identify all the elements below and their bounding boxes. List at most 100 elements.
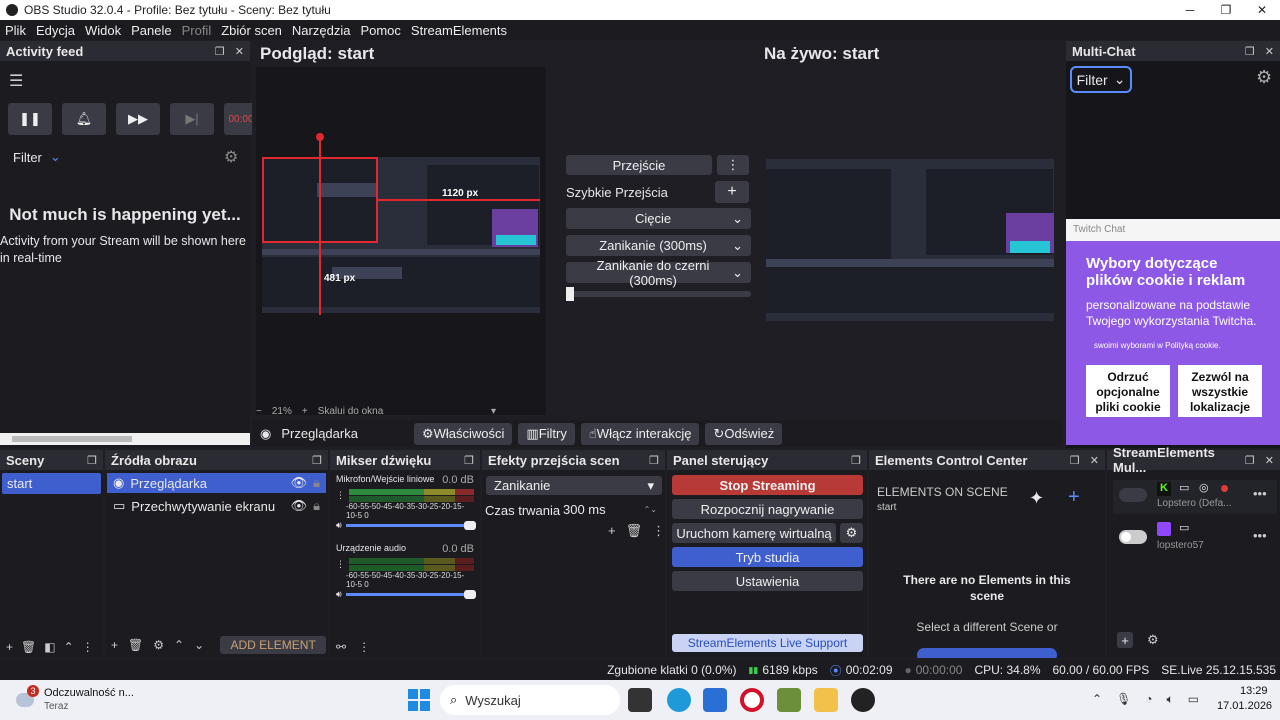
- filter-dropdown[interactable]: Filter ⌄: [13, 149, 61, 165]
- settings-button[interactable]: Ustawienia: [672, 571, 863, 591]
- microphone-icon[interactable]: 🎙︎: [1116, 692, 1131, 707]
- scale-mode[interactable]: Skalui do okna: [318, 406, 384, 417]
- float-icon[interactable]: ❐: [215, 45, 225, 58]
- source-item[interactable]: ▭ Przechwytywanie ekranu 👁︎ 🔒︎: [107, 496, 326, 516]
- trash-icon[interactable]: 🗑︎: [21, 640, 36, 654]
- quick-transition-fade[interactable]: Zanikanie (300ms) ⌄: [566, 235, 751, 256]
- windows-start-icon[interactable]: [408, 689, 430, 711]
- spinner-icon[interactable]: ⌃⌄: [644, 505, 657, 514]
- menu-file[interactable]: Plik: [0, 23, 31, 38]
- zoom-in-button[interactable]: +: [302, 406, 308, 417]
- menu-edit[interactable]: Edycja: [31, 23, 80, 38]
- chevron-up-icon[interactable]: ⌃: [64, 640, 74, 654]
- more-icon[interactable]: ⋮: [336, 490, 345, 501]
- add-icon[interactable]: +: [608, 523, 616, 539]
- taskbar-search[interactable]: ⌕ Wyszukaj: [440, 685, 620, 715]
- clock-date[interactable]: 17.01.2026: [1217, 700, 1272, 712]
- minecraft-icon[interactable]: [777, 688, 801, 712]
- minimize-button[interactable]: ─: [1172, 3, 1208, 17]
- transition-menu-button[interactable]: ⋮: [717, 155, 749, 175]
- trash-icon[interactable]: 🗑︎: [626, 523, 643, 539]
- interact-button[interactable]: ☝ Włącz interakcję: [580, 422, 700, 445]
- skip-button[interactable]: ▶▶: [116, 103, 160, 135]
- store-icon[interactable]: [703, 688, 727, 712]
- float-icon[interactable]: ❐: [312, 454, 322, 467]
- toggle-switch[interactable]: [1119, 488, 1147, 502]
- close-icon[interactable]: ✕: [1265, 45, 1274, 58]
- gear-icon[interactable]: ⚙: [153, 638, 164, 652]
- properties-button[interactable]: ⚙ Właściwości: [413, 422, 513, 445]
- pause-button[interactable]: ❚❚: [8, 103, 52, 135]
- weather-widget[interactable]: 3 Odczuwalność n... Teraz: [16, 685, 146, 715]
- horizontal-scrollbar[interactable]: [0, 433, 250, 445]
- add-element-button[interactable]: ADD ELEMENT: [220, 636, 327, 654]
- more-icon[interactable]: ⋮: [358, 640, 370, 654]
- close-icon[interactable]: ✕: [1265, 454, 1274, 467]
- volume-slider[interactable]: [345, 590, 476, 599]
- menu-help[interactable]: Pomoc: [355, 23, 405, 38]
- transition-button[interactable]: Przejście: [566, 155, 712, 175]
- transition-select[interactable]: Zanikanie ▾: [486, 476, 662, 495]
- toggle-switch[interactable]: [1119, 530, 1147, 544]
- float-icon[interactable]: ❐: [1245, 45, 1255, 58]
- stop-streaming-button[interactable]: Stop Streaming: [672, 475, 863, 495]
- more-icon[interactable]: ⋮: [82, 640, 94, 654]
- add-element-icon[interactable]: +: [1068, 486, 1080, 509]
- float-icon[interactable]: ❐: [1245, 454, 1255, 467]
- tbar-slider[interactable]: [566, 287, 751, 301]
- filter-icon[interactable]: ◧: [44, 640, 55, 654]
- trash-icon[interactable]: 🗑︎: [128, 638, 143, 652]
- quick-transition-cut[interactable]: Cięcie ⌄: [566, 208, 751, 229]
- menu-scene-collection[interactable]: Zbiór scen: [216, 23, 287, 38]
- chevron-down-icon[interactable]: ⌄: [194, 638, 204, 652]
- tbar-handle[interactable]: [566, 287, 574, 301]
- gear-icon[interactable]: ⚙: [1147, 632, 1159, 648]
- menu-streamelements[interactable]: StreamElements: [406, 23, 512, 38]
- ecc-action-button[interactable]: [917, 648, 1057, 658]
- menu-tools[interactable]: Narzędzia: [287, 23, 356, 38]
- clock-time[interactable]: 13:29: [1240, 685, 1268, 697]
- refresh-button[interactable]: ↻ Odśwież: [705, 422, 783, 445]
- task-view-icon[interactable]: [628, 688, 652, 712]
- reject-cookies-button[interactable]: Odrzuć opcjonalne pliki cookie: [1086, 365, 1170, 417]
- quick-transition-fade-black[interactable]: Zanikanie do czerni (300ms) ⌄: [566, 258, 751, 288]
- eye-icon[interactable]: 👁︎: [291, 475, 308, 491]
- more-icon[interactable]: •••: [1253, 528, 1267, 543]
- rotate-handle[interactable]: [316, 133, 324, 141]
- float-icon[interactable]: ❐: [87, 454, 97, 467]
- chat-filter-dropdown[interactable]: Filter ⌄: [1070, 66, 1132, 93]
- filters-button[interactable]: ▥ Filtry: [518, 422, 575, 445]
- more-icon[interactable]: •••: [1253, 486, 1267, 501]
- gear-icon[interactable]: ⚙: [224, 147, 238, 167]
- virtual-camera-button[interactable]: Uruchom kamerę wirtualną: [672, 523, 836, 543]
- speaker-icon[interactable]: 🔊︎: [336, 589, 342, 600]
- live-support-button[interactable]: StreamElements Live Support: [672, 634, 863, 652]
- lock-icon[interactable]: 🔒︎: [313, 475, 320, 491]
- virtual-camera-settings-button[interactable]: ⚙: [840, 523, 863, 543]
- eye-icon[interactable]: 👁︎: [291, 498, 308, 514]
- add-icon[interactable]: +: [111, 638, 118, 652]
- hamburger-icon[interactable]: ☰: [9, 71, 23, 91]
- add-icon[interactable]: +: [1117, 632, 1133, 648]
- studio-mode-button[interactable]: Tryb studia: [672, 547, 863, 567]
- link-icon[interactable]: ⚯: [336, 640, 346, 654]
- add-quick-transition-button[interactable]: +: [715, 181, 749, 203]
- menu-view[interactable]: Widok: [80, 23, 126, 38]
- bell-button[interactable]: 🔔︎: [62, 103, 106, 135]
- battery-icon[interactable]: ▭: [1188, 692, 1199, 707]
- float-icon[interactable]: ❐: [649, 454, 659, 467]
- chevron-down-icon[interactable]: ▾: [491, 406, 496, 417]
- opera-icon[interactable]: [740, 688, 764, 712]
- wifi-icon[interactable]: ◔: [1145, 692, 1152, 707]
- menu-profile[interactable]: Profil: [177, 23, 217, 38]
- scene-item[interactable]: start: [2, 473, 101, 494]
- more-icon[interactable]: ⋮: [336, 559, 345, 570]
- volume-icon[interactable]: 🔈︎: [1167, 692, 1174, 707]
- source-item[interactable]: ◉ Przeglądarka 👁︎ 🔒︎: [107, 473, 326, 493]
- close-button[interactable]: ✕: [1244, 3, 1280, 17]
- skip-end-button[interactable]: ▶|: [170, 103, 214, 135]
- float-icon[interactable]: ❐: [1070, 454, 1080, 467]
- float-icon[interactable]: ❐: [464, 454, 474, 467]
- chevron-up-icon[interactable]: ⌃: [1092, 692, 1102, 707]
- close-icon[interactable]: ✕: [1090, 454, 1099, 467]
